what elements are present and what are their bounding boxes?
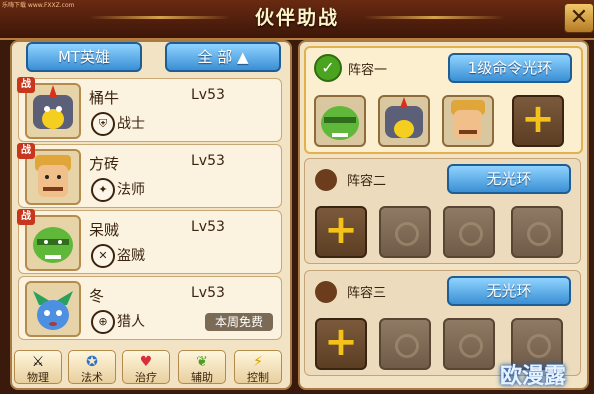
hero-card[interactable]: 战 方砖 Lv53 ✦ 法师 [17, 143, 282, 208]
team-name: 阵容三 [347, 286, 387, 301]
green-orc-icon [33, 227, 73, 263]
empty-slot[interactable] [379, 206, 431, 258]
page-title: 伙伴助战 [254, 7, 339, 29]
hero-card[interactable]: 战 桶牛 Lv53 ⛨ 战士 [17, 77, 282, 142]
hero-name: 桶牛 [89, 89, 120, 107]
team-slot-1[interactable]: ✓ 阵容一 1级命令光环 + [304, 46, 583, 154]
hero-role: 法师 [117, 182, 145, 198]
team-member-bull[interactable] [378, 95, 430, 147]
add-member-button[interactable]: + [315, 206, 367, 258]
battle-badge: 战 [17, 143, 35, 159]
watermark-logo: 欧漫露 [500, 364, 567, 389]
hero-role: 战士 [117, 116, 145, 132]
filter-support-button[interactable]: ❦ 辅助 [178, 350, 226, 384]
hero-type-button[interactable]: MT英雄 [26, 42, 142, 72]
add-member-button[interactable]: + [315, 318, 367, 370]
team-name: 阵容二 [347, 174, 387, 189]
filter-physical-button[interactable]: ⚔ 物理 [14, 350, 62, 384]
filter-heal-button[interactable]: ♥ 治疗 [122, 350, 170, 384]
shield-icon: ⛨ [91, 112, 115, 136]
unselected-circle-icon [315, 169, 337, 191]
hero-level: Lv53 [191, 219, 225, 235]
crosshair-icon: ⊕ [91, 310, 115, 334]
blond-hero-icon [35, 155, 71, 197]
bull-helmet-icon [33, 85, 73, 129]
unselected-circle-icon [315, 281, 337, 303]
hero-level: Lv53 [191, 87, 225, 103]
team-member-orc[interactable] [314, 95, 366, 147]
filter-magic-button[interactable]: ✪ 法术 [68, 350, 116, 384]
add-member-button[interactable]: + [512, 95, 564, 147]
aura-button[interactable]: 1级命令光环 [448, 53, 572, 83]
hero-level: Lv53 [191, 285, 225, 301]
aura-button[interactable]: 无光环 [447, 276, 571, 306]
hero-card[interactable]: 冬 Lv53 ⊕ 猎人 本周免费 [18, 276, 282, 340]
blond-hero-icon [451, 100, 485, 140]
site-watermark-text: 乐嗨下载 www.FXXZ.com [2, 2, 75, 9]
battle-badge: 战 [17, 77, 35, 93]
empty-slot[interactable] [511, 206, 563, 258]
hero-level: Lv53 [191, 153, 225, 169]
filter-control-button[interactable]: ⚡ 控制 [234, 350, 282, 384]
hero-name: 呆贼 [89, 221, 120, 239]
empty-slot[interactable] [443, 318, 495, 370]
close-button[interactable]: ✕ [564, 3, 594, 33]
empty-slot[interactable] [443, 206, 495, 258]
team-member-brick[interactable] [442, 95, 494, 147]
empty-slot[interactable] [379, 318, 431, 370]
bull-helmet-icon [385, 97, 423, 138]
battle-badge: 战 [17, 209, 35, 225]
blue-elf-icon [33, 291, 73, 330]
hero-role: 盗贼 [117, 248, 145, 264]
hero-name: 方砖 [89, 155, 120, 173]
hero-portrait-elf [25, 281, 81, 337]
green-orc-icon [321, 106, 359, 140]
weekly-free-badge: 本周免费 [205, 313, 273, 331]
hero-card[interactable]: 战 呆贼 Lv53 ✕ 盗贼 [17, 209, 282, 274]
aura-button[interactable]: 无光环 [447, 164, 571, 194]
dagger-icon: ✕ [91, 244, 115, 268]
team-name: 阵容一 [348, 63, 388, 78]
check-icon: ✓ [314, 54, 342, 82]
wand-icon: ✦ [91, 178, 115, 202]
hero-name: 冬 [89, 287, 105, 305]
hero-role: 猎人 [117, 314, 145, 330]
filter-all-dropdown[interactable]: 全 部 ▲ [165, 42, 281, 72]
team-slot-2[interactable]: 阵容二 无光环 + [304, 158, 581, 264]
